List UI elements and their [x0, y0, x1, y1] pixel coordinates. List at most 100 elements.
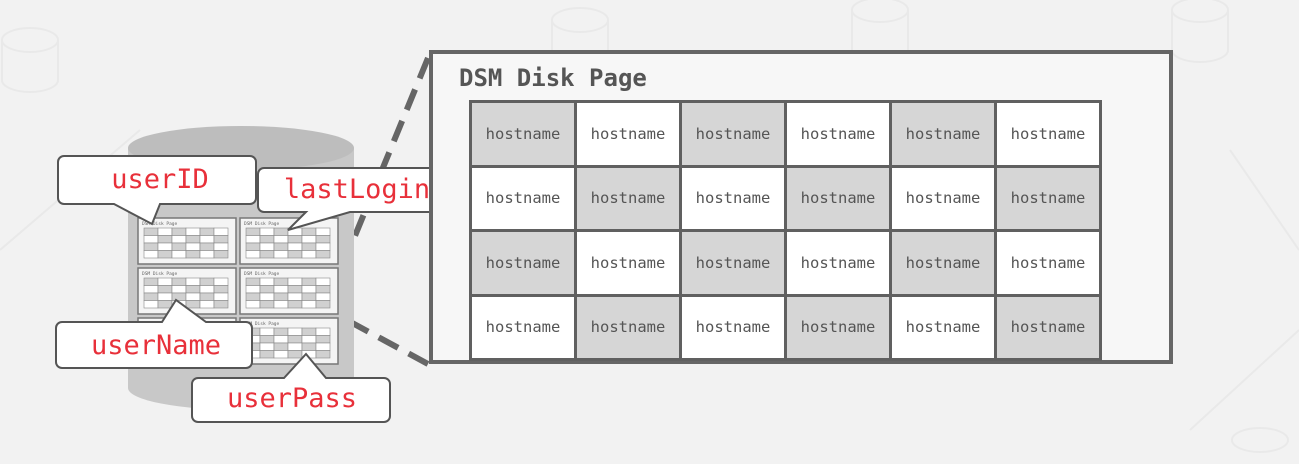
- mini-grid-cell: [315, 342, 331, 351]
- mini-grid-cell: [315, 335, 331, 344]
- grid-cell: hostname: [577, 296, 679, 358]
- mini-grid-cell: [213, 277, 229, 286]
- mini-grid-cell: [259, 242, 275, 251]
- mini-grid-cell: [301, 327, 317, 336]
- mini-grid-cell: [287, 285, 303, 294]
- mini-grid-cell: [157, 242, 173, 251]
- mini-grid-cell: [171, 250, 187, 259]
- mini-grid-cell: [143, 277, 159, 286]
- mini-grid-cell: [259, 342, 275, 351]
- grid-cell: hostname: [892, 232, 994, 294]
- mini-grid-cell: [287, 342, 303, 351]
- mini-grid-cell: [273, 300, 289, 309]
- mini-grid-cell: [143, 300, 159, 309]
- mini-grid-cell: [213, 300, 229, 309]
- mini-grid-cell: [171, 235, 187, 244]
- mini-grid-cell: [273, 327, 289, 336]
- grid-cell: hostname: [787, 167, 889, 229]
- mini-grid-cell: [199, 285, 215, 294]
- mini-grid-cell: [245, 292, 261, 301]
- mini-grid-cell: [245, 227, 261, 236]
- mini-grid-cell: [301, 277, 317, 286]
- mini-grid-cell: [301, 250, 317, 259]
- mini-grid-cell: [199, 300, 215, 309]
- mini-grid-cell: [143, 250, 159, 259]
- mini-grid-cell: [287, 292, 303, 301]
- mini-grid-cell: [185, 285, 201, 294]
- mini-grid-cell: [157, 285, 173, 294]
- mini-grid-cell: [245, 285, 261, 294]
- mini-grid-cell: [157, 250, 173, 259]
- mini-grid-cell: [171, 277, 187, 286]
- mini-grid-cell: [199, 227, 215, 236]
- mini-grid-cell: [301, 227, 317, 236]
- mini-grid-cell: [315, 227, 331, 236]
- mini-grid-cell: [287, 277, 303, 286]
- mini-grid-cell: [157, 227, 173, 236]
- mini-grid-cell: [199, 250, 215, 259]
- mini-grid-cell: [171, 227, 187, 236]
- mini-grid-cell: [143, 227, 159, 236]
- mini-grid-cell: [245, 277, 261, 286]
- mini-grid-cell: [171, 292, 187, 301]
- grid-cell: hostname: [682, 232, 784, 294]
- mini-grid-cell: [157, 277, 173, 286]
- grid-cell: hostname: [787, 232, 889, 294]
- mini-grid-cell: [301, 285, 317, 294]
- mini-disk-page: DSM Disk Page: [239, 217, 339, 265]
- mini-grid-cell: [273, 335, 289, 344]
- mini-grid-cell: [315, 300, 331, 309]
- mini-grid-cell: [185, 250, 201, 259]
- mini-grid-cell: [273, 292, 289, 301]
- mini-grid-cell: [213, 250, 229, 259]
- mini-grid-cell: [287, 300, 303, 309]
- grid-cell: hostname: [787, 103, 889, 165]
- grid-cell: hostname: [577, 103, 679, 165]
- mini-grid-cell: [213, 242, 229, 251]
- mini-grid-cell: [185, 292, 201, 301]
- mini-grid-cell: [287, 235, 303, 244]
- grid-cell: hostname: [472, 296, 574, 358]
- mini-grid-cell: [259, 292, 275, 301]
- mini-grid-cell: [199, 235, 215, 244]
- mini-grid-cell: [273, 250, 289, 259]
- mini-grid-cell: [259, 285, 275, 294]
- mini-grid-cell: [287, 242, 303, 251]
- mini-grid-cell: [245, 300, 261, 309]
- grid-cell: hostname: [892, 167, 994, 229]
- grid-cell: hostname: [997, 296, 1099, 358]
- callout-user-pass-label: userPass: [226, 383, 358, 414]
- mini-grid-cell: [315, 327, 331, 336]
- mini-grid-cell: [245, 250, 261, 259]
- mini-grid-cell: [315, 277, 331, 286]
- mini-grid-cell: [287, 350, 303, 359]
- mini-grid-cell: [259, 227, 275, 236]
- mini-grid-cell: [301, 335, 317, 344]
- mini-grid-cell: [245, 235, 261, 244]
- mini-grid-cell: [143, 292, 159, 301]
- mini-grid-cell: [259, 327, 275, 336]
- mini-disk-page-label: DSM Disk Page: [244, 271, 280, 277]
- grid-cell: hostname: [997, 167, 1099, 229]
- mini-grid-cell: [213, 235, 229, 244]
- mini-grid-cell: [315, 350, 331, 359]
- mini-grid-cell: [273, 342, 289, 351]
- mini-grid-cell: [259, 250, 275, 259]
- grid-cell: hostname: [577, 232, 679, 294]
- mini-grid-cell: [199, 292, 215, 301]
- mini-grid-cell: [259, 300, 275, 309]
- mini-grid-cell: [157, 292, 173, 301]
- mini-grid-cell: [245, 242, 261, 251]
- mini-grid-cell: [157, 300, 173, 309]
- grid-cell: hostname: [472, 167, 574, 229]
- mini-grid-cell: [287, 250, 303, 259]
- mini-grid-cell: [185, 242, 201, 251]
- mini-grid-cell: [143, 242, 159, 251]
- mini-grid-cell: [259, 350, 275, 359]
- mini-grid-cell: [273, 242, 289, 251]
- mini-grid-cell: [213, 292, 229, 301]
- mini-grid-cell: [157, 235, 173, 244]
- mini-grid-cell: [273, 277, 289, 286]
- mini-grid-cell: [315, 250, 331, 259]
- dsm-disk-page-title: DSM Disk Page: [459, 64, 647, 92]
